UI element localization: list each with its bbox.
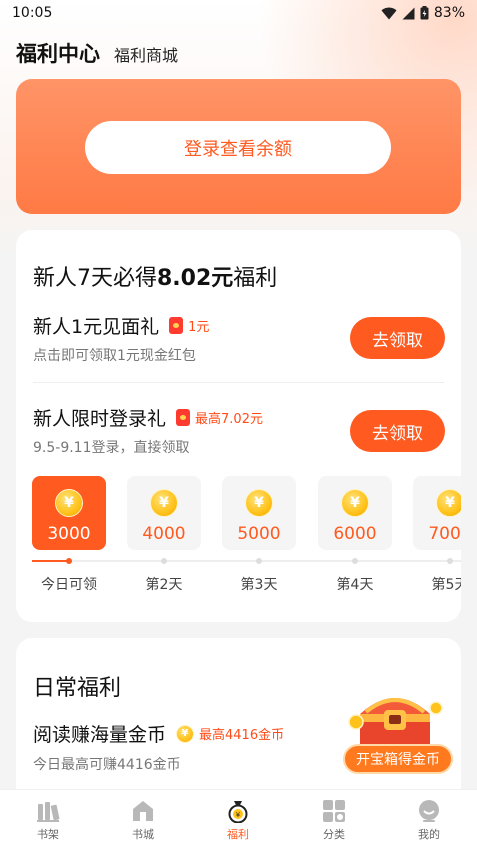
newbie-title-amount: 8.02元	[157, 266, 234, 291]
claim-button[interactable]: 去领取	[350, 317, 445, 359]
tab-label: 书架	[37, 828, 59, 841]
page-header: 福利中心 福利商城	[16, 38, 178, 68]
day-label: 第2天	[145, 577, 183, 593]
claim-button[interactable]: 去领取	[350, 410, 445, 452]
coin-icon: ¥	[55, 489, 83, 517]
coin-icon: ¥	[436, 489, 461, 517]
newbie-welfare-card: 新人7天必得8.02元福利 新人1元见面礼 1元 点击即可领取1元现金红包 去领…	[16, 230, 461, 622]
red-packet-icon	[169, 317, 184, 334]
task-name: 新人1元见面礼 1元	[33, 312, 209, 339]
daily-reward-strip[interactable]: ¥ 3000 今日可领 ¥ 4000 第2天 ¥ 5000 第3天 ¥ 6000	[32, 476, 461, 601]
category-icon	[322, 799, 346, 823]
daily-title: 日常福利	[33, 676, 122, 701]
signal-icon	[402, 7, 415, 20]
day-reward-box: ¥ 7000	[413, 476, 461, 550]
red-packet-icon	[176, 409, 191, 426]
tab-category[interactable]: 分类	[304, 799, 364, 842]
progress-dot	[256, 558, 262, 564]
status-icons: 83%	[381, 5, 465, 21]
day-reward-item[interactable]: ¥ 6000	[318, 476, 392, 550]
daily-task-description: 今日最高可赚4416金币	[33, 757, 181, 773]
open-chest-button[interactable]: 开宝箱得金币	[343, 744, 453, 774]
reward-tag: 最高7.02元	[176, 408, 263, 427]
day-reward-item[interactable]: ¥ 3000	[32, 476, 106, 550]
task-description: 点击即可领取1元现金红包	[33, 348, 196, 364]
day-label: 第5天	[431, 577, 461, 593]
tab-welfare[interactable]: ¥ 福利	[208, 799, 268, 842]
welfare-mall-link[interactable]: 福利商城	[114, 42, 178, 66]
task-name-text: 新人1元见面礼	[33, 316, 160, 338]
day-reward-box: ¥ 5000	[222, 476, 296, 550]
day-reward-amount: 3000	[47, 524, 91, 544]
day-reward-amount: 5000	[237, 524, 281, 544]
day-reward-amount: 6000	[333, 524, 377, 544]
tab-bookshelf[interactable]: 书架	[18, 799, 78, 842]
day-reward-box: ¥ 3000	[32, 476, 106, 550]
status-bar: 10:05 83%	[0, 0, 477, 28]
money-bag-icon: ¥	[226, 799, 250, 823]
day-reward-item[interactable]: ¥ 4000	[127, 476, 201, 550]
svg-text:¥: ¥	[236, 811, 241, 819]
tab-label: 福利	[227, 828, 249, 841]
profile-icon	[417, 799, 441, 823]
battery-icon	[420, 6, 429, 20]
day-reward-box: ¥ 6000	[318, 476, 392, 550]
tab-label: 我的	[418, 828, 440, 841]
bookshelf-icon	[36, 799, 60, 823]
tab-label: 分类	[323, 828, 345, 841]
status-time: 10:05	[12, 5, 53, 21]
progress-dot	[352, 558, 358, 564]
day-label: 第4天	[336, 577, 374, 593]
tab-profile[interactable]: 我的	[399, 799, 459, 842]
wifi-icon	[381, 7, 397, 20]
day-reward-amount: 7000	[428, 524, 461, 544]
balance-card: 登录查看余额	[16, 79, 461, 214]
task-description: 9.5-9.11登录，直接领取	[33, 440, 190, 456]
coin-icon: ¥	[150, 489, 178, 517]
day-label: 今日可领	[41, 577, 97, 593]
progress-dot	[447, 558, 453, 564]
task-name: 新人限时登录礼 最高7.02元	[33, 404, 263, 431]
progress-fill	[32, 560, 69, 562]
newbie-title-suffix: 福利	[233, 266, 278, 291]
day-reward-amount: 4000	[142, 524, 186, 544]
task-name-text: 新人限时登录礼	[33, 408, 167, 430]
tab-label: 书城	[132, 828, 154, 841]
login-view-balance-button[interactable]: 登录查看余额	[85, 121, 391, 174]
newbie-title-prefix: 新人7天必得	[33, 266, 157, 291]
divider	[33, 382, 444, 383]
coin-reward-tag: ¥ 最高4416金币	[176, 724, 284, 743]
day-label: 第3天	[240, 577, 278, 593]
progress-track	[32, 560, 461, 562]
coin-icon: ¥	[245, 489, 273, 517]
daily-task-name: 阅读赚海量金币 ¥ 最高4416金币	[33, 720, 284, 747]
reward-tag-text: 1元	[188, 320, 210, 335]
progress-dot	[66, 558, 72, 564]
daily-task-name-text: 阅读赚海量金币	[33, 724, 167, 746]
coin-icon: ¥	[176, 724, 195, 743]
daily-welfare-card: 日常福利 阅读赚海量金币 ¥ 最高4416金币 今日最高可赚4416金币 开宝箱…	[16, 638, 461, 808]
reward-tag-text: 最高7.02元	[195, 412, 263, 427]
page-title: 福利中心	[16, 42, 100, 66]
newbie-title: 新人7天必得8.02元福利	[33, 260, 277, 292]
bottom-tab-bar: 书架 书城 ¥ 福利 分类 我的	[0, 789, 477, 848]
battery-percent: 83%	[433, 5, 465, 21]
day-reward-item[interactable]: ¥ 5000	[222, 476, 296, 550]
progress-dot	[161, 558, 167, 564]
day-reward-box: ¥ 4000	[127, 476, 201, 550]
reward-tag: 1元	[169, 316, 209, 335]
coin-reward-tag-text: 最高4416金币	[199, 728, 285, 743]
bookstore-icon	[131, 799, 155, 823]
coin-icon: ¥	[341, 489, 369, 517]
tab-bookstore[interactable]: 书城	[113, 799, 173, 842]
day-reward-item[interactable]: ¥ 7000	[413, 476, 461, 550]
